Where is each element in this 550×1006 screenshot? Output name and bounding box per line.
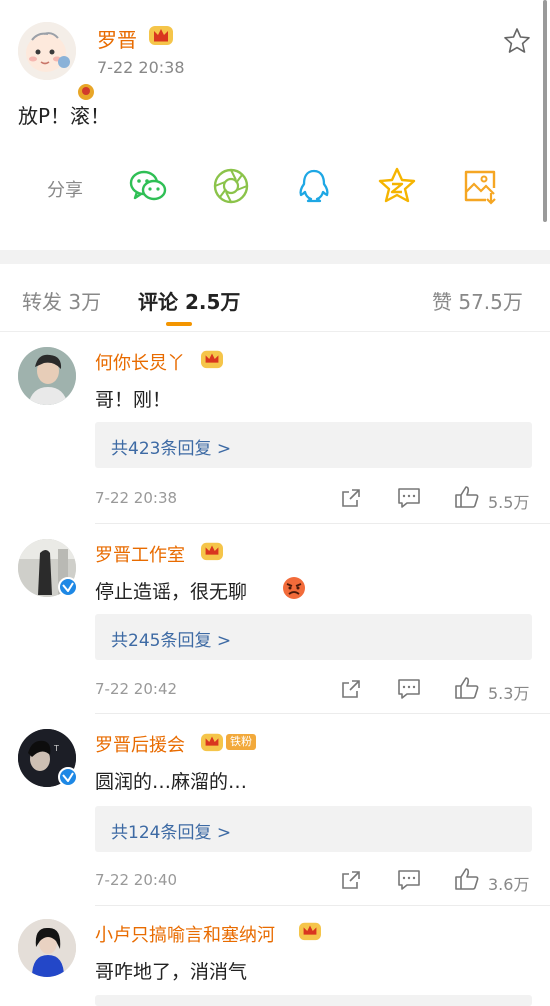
vip-crown-icon <box>149 26 173 45</box>
scrollbar[interactable] <box>543 0 547 222</box>
repost-icon[interactable] <box>340 869 362 891</box>
comment-divider <box>95 905 550 906</box>
vip-crown-icon <box>201 733 223 752</box>
comment-text: 哥咋地了，消消气 <box>95 961 248 983</box>
comment-text: 哥！刚！ <box>95 389 172 411</box>
vip-crown-icon <box>299 922 321 941</box>
tab-like[interactable]: 赞 57.5万 <box>432 286 523 315</box>
section-divider <box>0 250 550 264</box>
replies-link[interactable]: 共245条回复 > <box>95 614 532 660</box>
comment-item: 何你长炅丫 哥！刚！ 共423条回复 > 7-22 20:38 5.5万 <box>0 333 550 523</box>
comment-item: 罗晋工作室 停止造谣，很无聊 共245条回复 > 7-22 20:42 5.3万 <box>0 525 550 713</box>
vip-crown-icon <box>201 350 223 369</box>
commenter-name[interactable]: 小卢只搞喻言和塞纳河 <box>95 921 275 947</box>
comment-icon[interactable] <box>397 678 421 700</box>
comment-item: 小卢只搞喻言和塞纳河 哥咋地了，消消气 <box>0 907 550 1006</box>
photo-avatar-icon <box>18 347 76 405</box>
post-card: 罗晋 7-22 20:38 放P！滚！ 分享 <box>0 0 550 252</box>
comment-divider <box>95 523 550 524</box>
replies-link[interactable]: 共423条回复 > <box>95 422 532 468</box>
replies-link[interactable] <box>95 995 532 1006</box>
tab-comment[interactable]: 评论 2.5万 <box>138 286 240 315</box>
like-count: 5.5万 <box>488 493 530 512</box>
cartoon-avatar-icon <box>18 22 76 80</box>
comment-icon[interactable] <box>397 487 421 509</box>
verified-badge-icon <box>76 82 96 102</box>
commenter-avatar[interactable] <box>18 919 76 977</box>
replies-count: 共124条回复 > <box>111 823 232 843</box>
wechat-icon[interactable] <box>128 166 168 206</box>
comment-time: 7-22 20:42 <box>95 680 178 698</box>
commenter-name[interactable]: 罗晋后援会 <box>95 731 185 757</box>
photo-avatar-icon <box>18 919 76 977</box>
repost-icon[interactable] <box>340 678 362 700</box>
like-thumb-icon[interactable] <box>454 485 480 509</box>
commenter-avatar[interactable] <box>18 347 76 405</box>
commenter-name[interactable]: 罗晋工作室 <box>95 541 185 567</box>
active-tab-indicator <box>166 322 192 326</box>
share-label: 分享 <box>47 180 83 201</box>
qq-icon[interactable] <box>294 166 334 206</box>
replies-count: 共245条回复 > <box>111 631 232 651</box>
comment-item: T 罗晋后援会 铁粉 圆润的…麻溜的… 共124条回复 > 7-22 20:40… <box>0 715 550 905</box>
replies-count: 共423条回复 > <box>111 439 232 459</box>
post-time: 7-22 20:38 <box>97 58 185 77</box>
tab-repost[interactable]: 转发 3万 <box>22 286 101 315</box>
author-avatar[interactable] <box>18 22 96 102</box>
comment-time: 7-22 20:38 <box>95 489 178 507</box>
svg-text:T: T <box>53 744 59 753</box>
verified-badge-icon <box>58 767 78 787</box>
like-thumb-icon[interactable] <box>454 676 480 700</box>
like-count: 5.3万 <box>488 684 530 703</box>
author-name[interactable]: 罗晋 <box>97 24 137 53</box>
repost-icon[interactable] <box>340 487 362 509</box>
verified-badge-icon <box>58 577 78 597</box>
fan-level-badge: 铁粉 <box>226 734 256 750</box>
commenter-name[interactable]: 何你长炅丫 <box>95 349 185 375</box>
comment-icon[interactable] <box>397 869 421 891</box>
comment-divider <box>95 713 550 714</box>
moments-icon[interactable] <box>211 166 251 206</box>
comment-time: 7-22 20:40 <box>95 871 178 889</box>
favorite-star-icon[interactable] <box>502 26 532 56</box>
like-count: 3.6万 <box>488 875 530 894</box>
replies-link[interactable]: 共124条回复 > <box>95 806 532 852</box>
save-image-icon[interactable] <box>460 166 500 206</box>
angry-emoji-icon <box>283 577 305 599</box>
comment-text: 圆润的…麻溜的… <box>95 771 248 793</box>
tab-bar: 转发 3万 评论 2.5万 赞 57.5万 <box>0 264 550 332</box>
qzone-icon[interactable] <box>377 166 417 206</box>
like-thumb-icon[interactable] <box>454 867 480 891</box>
name-badges: 铁粉 <box>200 731 256 753</box>
vip-crown-icon <box>201 542 223 561</box>
comment-text: 停止造谣，很无聊 <box>95 581 248 603</box>
post-text: 放P！滚！ <box>18 104 111 128</box>
